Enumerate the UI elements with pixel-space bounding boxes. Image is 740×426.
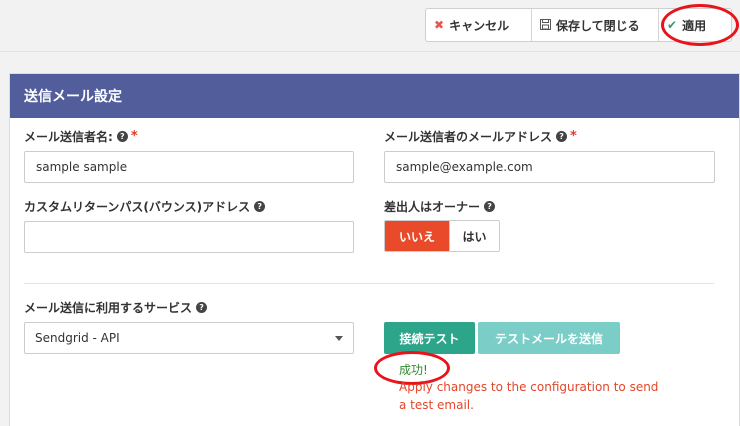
help-icon[interactable]: ? xyxy=(556,131,568,142)
save-and-close-button[interactable]: 保存して閉じる xyxy=(532,9,659,41)
required-mark: * xyxy=(130,129,138,144)
sender-email-value: sample@example.com xyxy=(396,160,533,174)
save-icon xyxy=(540,18,551,32)
section-divider xyxy=(24,283,714,284)
help-icon[interactable]: ? xyxy=(484,201,496,212)
apply-button[interactable]: ✔ 適用 xyxy=(659,9,731,41)
help-icon[interactable]: ? xyxy=(116,131,128,142)
sender-name-label: メール送信者名: ? * xyxy=(24,128,138,145)
toggle-option-yes[interactable]: はい xyxy=(449,221,499,251)
panel-title: 送信メール設定 xyxy=(24,89,122,105)
test-connection-button[interactable]: 接続テスト xyxy=(384,322,475,354)
sender-name-input[interactable]: sample sample xyxy=(24,151,354,183)
cancel-button[interactable]: ✖ キャンセル xyxy=(426,9,532,41)
service-select[interactable]: Sendgrid - API xyxy=(24,322,354,354)
required-mark: * xyxy=(570,129,577,144)
sender-email-label: メール送信者のメールアドレス ? * xyxy=(384,128,577,145)
check-icon: ✔ xyxy=(667,18,678,32)
return-path-input[interactable] xyxy=(24,221,354,253)
help-icon[interactable]: ? xyxy=(196,302,208,313)
service-label: メール送信に利用するサービス ? xyxy=(24,299,208,316)
service-label-text: メール送信に利用するサービス xyxy=(24,301,193,315)
sender-email-input[interactable]: sample@example.com xyxy=(384,151,715,183)
help-icon[interactable]: ? xyxy=(254,201,266,212)
return-path-label: カスタムリターンパス(バウンス)アドレス ? xyxy=(24,198,266,215)
apply-changes-note: Apply changes to the configuration to se… xyxy=(399,380,659,412)
from-owner-label-text: 差出人はオーナー xyxy=(384,200,481,214)
save-and-close-label: 保存して閉じる xyxy=(556,18,640,33)
send-test-email-button[interactable]: テストメールを送信 xyxy=(478,322,620,354)
toggle-option-no[interactable]: いいえ xyxy=(385,221,449,251)
sender-name-label-text: メール送信者名: xyxy=(24,130,113,144)
from-owner-label: 差出人はオーナー ? xyxy=(384,198,496,215)
close-icon: ✖ xyxy=(434,18,445,32)
from-owner-toggle: いいえ はい xyxy=(384,220,500,252)
top-toolbar: ✖ キャンセル 保存して閉じる ✔ 適用 xyxy=(0,0,740,52)
service-selected-value: Sendgrid - API xyxy=(35,331,120,345)
apply-label: 適用 xyxy=(682,18,707,33)
sender-email-label-text: メール送信者のメールアドレス xyxy=(384,130,553,144)
panel-header: 送信メール設定 xyxy=(10,74,739,118)
toolbar-button-group: ✖ キャンセル 保存して閉じる ✔ 適用 xyxy=(425,8,732,42)
success-message: 成功! xyxy=(399,363,428,377)
return-path-label-text: カスタムリターンパス(バウンス)アドレス xyxy=(24,200,251,214)
cancel-label: キャンセル xyxy=(449,18,510,33)
chevron-down-icon xyxy=(335,335,343,341)
sender-name-value: sample sample xyxy=(36,160,128,174)
